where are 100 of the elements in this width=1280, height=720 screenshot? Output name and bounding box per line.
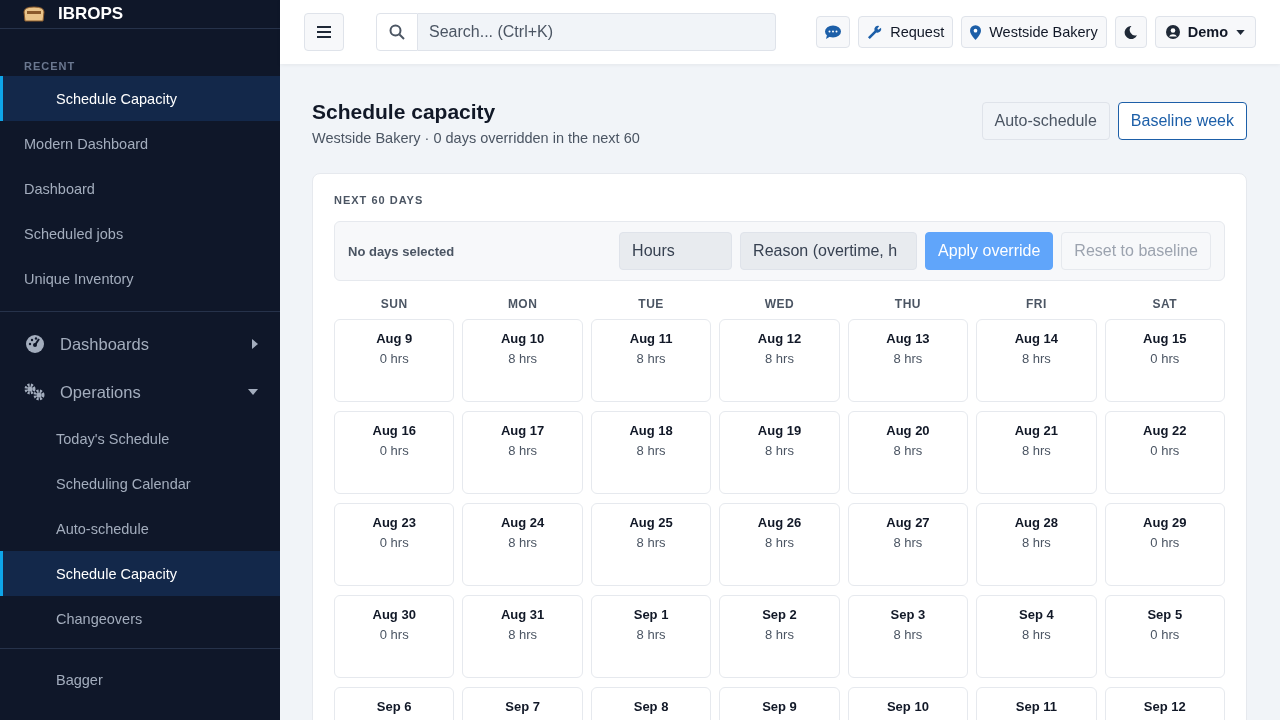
weekday-header: SAT (1151, 297, 1179, 311)
menu-button[interactable] (304, 13, 344, 51)
weekday-header: TUE (637, 297, 665, 311)
day-tile[interactable]: Aug 20 8 hrs (847, 411, 969, 494)
chat-button[interactable] (816, 16, 851, 48)
sidebar-item[interactable]: Schedule Capacity (0, 551, 280, 596)
sidebar-group[interactable]: Dashboards (0, 320, 280, 368)
sidebar-item[interactable]: Schedule Capacity (0, 76, 280, 121)
baseline-button[interactable]: Baseline week (1117, 102, 1247, 140)
day-date: Aug 17 (500, 423, 545, 438)
day-tile[interactable]: Aug 14 8 hrs (976, 319, 1097, 402)
day-date: Aug 24 (500, 515, 545, 530)
day-tile[interactable]: Sep 8 (590, 687, 712, 720)
day-tile[interactable]: Sep 5 0 hrs (1104, 595, 1225, 678)
day-tile[interactable]: Sep 11 (976, 687, 1097, 720)
day-date: Sep 4 (1019, 607, 1054, 622)
section-label: RECENT (23, 59, 77, 74)
menu-icon (317, 26, 331, 38)
day-date: Aug 28 (1014, 515, 1058, 530)
day-hours: 8 hrs (508, 443, 538, 458)
weekday-header: MON (506, 297, 539, 311)
day-tile[interactable]: Aug 15 0 hrs (1104, 319, 1225, 402)
sidebar-item[interactable]: Changeovers (0, 596, 280, 641)
day-hours: 8 hrs (508, 627, 538, 642)
day-tile[interactable]: Aug 11 8 hrs (590, 319, 712, 402)
day-date: Aug 15 (1143, 331, 1187, 346)
day-tile[interactable]: Aug 17 8 hrs (462, 411, 583, 494)
day-tile[interactable]: Aug 31 8 hrs (462, 595, 583, 678)
day-tile[interactable]: Aug 16 0 hrs (334, 411, 455, 494)
day-hours: 8 hrs (893, 443, 923, 458)
day-hours: 8 hrs (1021, 627, 1051, 642)
sidebar-item[interactable]: Auto-schedule (0, 506, 280, 551)
day-tile[interactable]: Sep 4 8 hrs (976, 595, 1097, 678)
caret-right-icon (252, 339, 258, 349)
sidebar-item[interactable]: Today's Schedule (0, 416, 280, 461)
day-tile[interactable]: Aug 27 8 hrs (847, 503, 969, 586)
day-date: Sep 9 (762, 699, 797, 714)
weekday-header: THU (893, 297, 922, 311)
day-hours: 8 hrs (508, 351, 538, 366)
day-date: Sep 2 (762, 607, 797, 622)
day-date: Aug 30 (372, 607, 416, 622)
caret-down-icon (1236, 29, 1245, 35)
day-tile[interactable]: Aug 9 0 hrs (334, 319, 455, 402)
day-tile[interactable]: Sep 12 (1104, 687, 1225, 720)
day-tile[interactable]: Aug 10 8 hrs (462, 319, 583, 402)
caret-down-icon (248, 389, 258, 395)
day-date: Aug 12 (757, 331, 802, 346)
sidebar-item[interactable]: Scheduling Calendar (0, 461, 280, 506)
day-tile[interactable]: Aug 28 8 hrs (976, 503, 1097, 586)
day-tile[interactable]: Aug 13 8 hrs (847, 319, 969, 402)
sidebar-group[interactable]: Operations (0, 368, 280, 416)
day-tile[interactable]: Aug 24 8 hrs (462, 503, 583, 586)
weekday-header: WED (763, 297, 796, 311)
day-tile[interactable]: Sep 9 (719, 687, 840, 720)
day-tile[interactable]: Sep 2 8 hrs (719, 595, 840, 678)
user-menu-button[interactable]: Demo (1154, 16, 1256, 48)
day-hours: 8 hrs (765, 443, 794, 458)
selection-status: No days selected (348, 243, 456, 259)
action-button[interactable]: Auto-schedule (981, 102, 1110, 140)
sidebar-item[interactable]: Modern Dashboard (0, 121, 280, 166)
location-button[interactable]: Westside Bakery (961, 16, 1107, 48)
day-date: Aug 14 (1014, 331, 1058, 346)
search-field[interactable]: Search... (Ctrl+K) (418, 13, 776, 51)
map-pin-icon (970, 24, 982, 40)
user-icon (1165, 25, 1180, 39)
day-date: Aug 27 (886, 515, 930, 530)
day-tile[interactable]: Aug 29 0 hrs (1104, 503, 1225, 586)
day-date: Sep 3 (890, 607, 926, 622)
day-tile[interactable]: Aug 21 8 hrs (976, 411, 1097, 494)
sidebar-item[interactable]: Dashboard (0, 166, 280, 211)
day-tile[interactable]: Aug 12 8 hrs (719, 319, 840, 402)
reason-field[interactable]: Reason (overtime, h (740, 232, 918, 270)
day-tile[interactable]: Sep 10 (847, 687, 969, 720)
theme-toggle-button[interactable] (1114, 16, 1147, 48)
day-date: Sep 10 (886, 699, 929, 714)
day-hours: 0 hrs (379, 443, 409, 458)
gauge-icon (24, 334, 46, 354)
day-tile[interactable]: Sep 3 8 hrs (847, 595, 969, 678)
sidebar-item[interactable]: Scheduled jobs (0, 211, 280, 256)
gears-icon (24, 383, 46, 401)
day-tile[interactable]: Aug 26 8 hrs (719, 503, 840, 586)
day-tile[interactable]: Aug 18 8 hrs (590, 411, 712, 494)
day-date: Aug 10 (500, 331, 545, 346)
day-tile[interactable]: Aug 25 8 hrs (590, 503, 712, 586)
day-tile[interactable]: Aug 23 0 hrs (334, 503, 455, 586)
day-tile[interactable]: Sep 1 8 hrs (590, 595, 712, 678)
hours-field[interactable]: Hours (619, 232, 733, 270)
day-date: Aug 18 (629, 423, 673, 438)
day-date: Sep 11 (1015, 699, 1057, 714)
sidebar-item[interactable]: Bagger (0, 657, 280, 702)
request-button[interactable]: Request (858, 16, 954, 48)
day-hours: 0 hrs (1150, 535, 1180, 550)
day-hours: 8 hrs (1021, 351, 1051, 366)
day-tile[interactable]: Aug 22 0 hrs (1104, 411, 1225, 494)
day-tile[interactable]: Sep 7 (462, 687, 583, 720)
day-tile[interactable]: Aug 19 8 hrs (719, 411, 840, 494)
day-date: Aug 9 (376, 331, 413, 346)
day-tile[interactable]: Aug 30 0 hrs (334, 595, 455, 678)
day-tile[interactable]: Sep 6 (334, 687, 455, 720)
sidebar-item[interactable]: Unique Inventory (0, 256, 280, 301)
